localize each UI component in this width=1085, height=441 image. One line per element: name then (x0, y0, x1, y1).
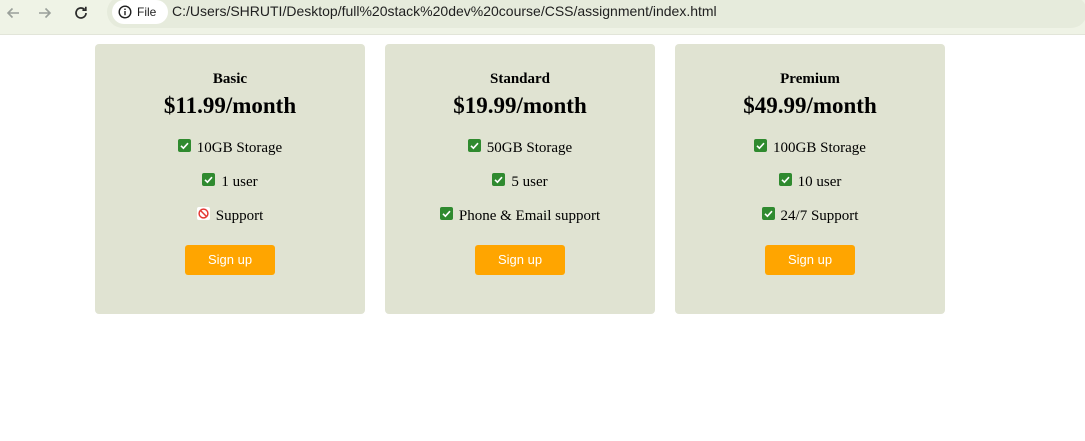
feature-item: 10GB Storage (95, 138, 365, 157)
site-chip-label: File (137, 5, 157, 19)
forward-button[interactable] (31, 1, 59, 25)
feature-item: 1 user (95, 172, 365, 191)
feature-text: Phone & Email support (458, 208, 601, 224)
feature-item: Phone & Email support (385, 206, 655, 225)
plan-name: Premium (780, 71, 840, 87)
address-bar[interactable]: File C:/Users/SHRUTI/Desktop/full%20stac… (107, 0, 1085, 28)
check-icon (202, 172, 216, 186)
check-icon (761, 206, 775, 220)
feature-text: 10 user (797, 174, 842, 190)
signup-button-premium[interactable]: Sign up (765, 245, 855, 275)
pricing-card-premium: Premium $49.99/month 100GB Storage 10 us… (675, 44, 945, 314)
reload-button[interactable] (67, 1, 95, 25)
back-button[interactable] (0, 1, 27, 25)
reload-icon (75, 6, 87, 19)
check-icon (754, 138, 768, 152)
prohibited-icon (196, 206, 210, 220)
feature-item: 100GB Storage (675, 138, 945, 157)
feature-text: 10GB Storage (196, 140, 283, 156)
check-icon (492, 172, 506, 186)
browser-toolbar: File C:/Users/SHRUTI/Desktop/full%20stac… (0, 0, 1085, 35)
feature-text: 24/7 Support (780, 208, 859, 224)
feature-item: 10 user (675, 172, 945, 191)
plan-name: Standard (489, 71, 551, 87)
feature-text: 1 user (221, 174, 258, 190)
site-info-chip[interactable]: File (112, 0, 168, 24)
arrow-left-icon (6, 7, 19, 19)
info-icon (118, 5, 132, 19)
feature-text: Support (215, 208, 264, 224)
feature-item: 5 user (385, 172, 655, 191)
feature-text: 100GB Storage (773, 140, 866, 156)
plan-price: $49.99/month (743, 93, 877, 118)
check-icon (439, 206, 453, 220)
feature-text: 50GB Storage (486, 140, 573, 156)
plan-price: $19.99/month (453, 93, 587, 118)
check-icon (177, 138, 191, 152)
feature-text: 5 user (511, 174, 548, 190)
check-icon (778, 172, 792, 186)
pricing-card-standard: Standard $19.99/month 50GB Storage 5 use… (385, 44, 655, 314)
feature-item: 24/7 Support (675, 206, 945, 225)
arrow-right-icon (39, 7, 52, 19)
signup-button-standard[interactable]: Sign up (475, 245, 565, 275)
plan-price: $11.99/month (163, 93, 297, 118)
url-text[interactable]: C:/Users/SHRUTI/Desktop/full%20stack%20d… (172, 3, 717, 19)
signup-button-basic[interactable]: Sign up (185, 245, 275, 275)
check-icon (467, 138, 481, 152)
plan-name: Basic (212, 71, 248, 87)
pricing-card-basic: Basic $11.99/month 10GB Storage 1 user S… (95, 44, 365, 314)
feature-item: 50GB Storage (385, 138, 655, 157)
feature-item: Support (95, 206, 365, 225)
